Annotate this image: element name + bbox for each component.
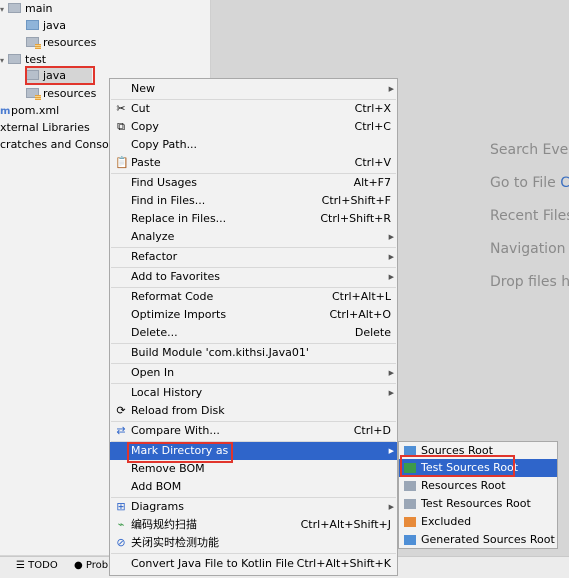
menu-separator bbox=[111, 553, 396, 554]
menu-item-optimize-imports[interactable]: Optimize Imports Ctrl+Alt+O bbox=[110, 306, 397, 324]
tree-node-test-resources[interactable]: resources bbox=[26, 85, 96, 102]
menu-item-reformat-code[interactable]: Reformat Code Ctrl+Alt+L bbox=[110, 288, 397, 306]
chevron-down-icon[interactable]: ▾ bbox=[0, 52, 8, 69]
submenu-item-test-resources-root[interactable]: Test Resources Root bbox=[399, 495, 557, 513]
menu-item-build-module[interactable]: Build Module 'com.kithsi.Java01' bbox=[110, 344, 397, 362]
menu-item-new[interactable]: New ▶ bbox=[110, 80, 397, 98]
copy-icon: ⧉ bbox=[117, 120, 125, 133]
tree-node-label: resources bbox=[43, 36, 97, 49]
folder-icon bbox=[8, 3, 21, 13]
tree-node-label: pom.xml bbox=[11, 104, 60, 117]
submenu-item-excluded[interactable]: Excluded bbox=[399, 513, 557, 531]
hint-navigation: Navigation bbox=[490, 241, 566, 257]
todo-tool-button[interactable]: ☰ TODO bbox=[16, 560, 58, 571]
test-resources-root-folder-icon bbox=[404, 499, 416, 509]
submenu-item-generated-sources-root[interactable]: Generated Sources Root bbox=[399, 531, 557, 549]
hint-go-to-file: Go to File C bbox=[490, 175, 569, 191]
tree-node-label: resources bbox=[43, 87, 97, 100]
excluded-folder-icon bbox=[404, 517, 416, 527]
context-menu: New ▶ ✂ Cut Ctrl+X ⧉ Copy Ctrl+C Copy Path...… bbox=[109, 78, 398, 576]
error-icon: ● bbox=[74, 560, 86, 571]
diagram-icon: ⊞ bbox=[116, 500, 126, 513]
menu-item-add-bom[interactable]: Add BOM bbox=[110, 478, 397, 496]
tree-node-main[interactable]: ▾ main bbox=[0, 0, 52, 17]
annotation-box-java bbox=[25, 66, 95, 85]
tree-node-scratches[interactable]: cratches and Consoles bbox=[0, 136, 124, 153]
tree-node-label: main bbox=[25, 2, 53, 15]
menu-item-delete[interactable]: Delete... Delete bbox=[110, 324, 397, 342]
menu-item-cut[interactable]: ✂ Cut Ctrl+X bbox=[110, 100, 397, 118]
menu-item-convert-to-kotlin[interactable]: Convert Java File to Kotlin File Ctrl+Alt… bbox=[110, 555, 397, 573]
submenu-arrow-icon: ▶ bbox=[388, 503, 394, 511]
menu-item-diagrams[interactable]: ⊞ Diagrams ▶ bbox=[110, 498, 397, 516]
annotation-box-mark-directory bbox=[127, 442, 233, 463]
folder-icon bbox=[8, 54, 21, 64]
paste-icon: 📋 bbox=[115, 156, 129, 169]
submenu-item-resources-root[interactable]: Resources Root bbox=[399, 477, 557, 495]
submenu-arrow-icon: ▶ bbox=[388, 389, 394, 397]
menu-item-copy-path[interactable]: Copy Path... bbox=[110, 136, 397, 154]
tree-node-main-java[interactable]: java bbox=[26, 17, 66, 34]
resources-folder-icon bbox=[26, 88, 41, 100]
menu-item-reload-from-disk[interactable]: ⟳ Reload from Disk bbox=[110, 402, 397, 420]
disable-icon: ⊘ bbox=[116, 536, 126, 549]
shortcut-key: C bbox=[560, 175, 569, 191]
menu-item-add-to-favorites[interactable]: Add to Favorites ▶ bbox=[110, 268, 397, 286]
scissors-icon: ✂ bbox=[116, 102, 126, 115]
menu-item-compare-with[interactable]: ⇄ Compare With... Ctrl+D bbox=[110, 422, 397, 440]
hint-recent-files: Recent Files bbox=[490, 208, 569, 224]
chevron-down-icon[interactable]: ▾ bbox=[0, 1, 8, 18]
menu-item-refactor[interactable]: Refactor ▶ bbox=[110, 248, 397, 266]
generated-sources-root-folder-icon bbox=[404, 535, 416, 545]
submenu-arrow-icon: ▶ bbox=[388, 85, 394, 93]
maven-icon: m bbox=[0, 106, 11, 117]
scan-icon: ⌁ bbox=[117, 518, 125, 531]
menu-item-replace-in-files[interactable]: Replace in Files... Ctrl+Shift+R bbox=[110, 210, 397, 228]
tree-node-main-resources[interactable]: resources bbox=[26, 34, 96, 51]
tree-node-pom[interactable]: mpom.xml bbox=[0, 102, 59, 119]
hint-search-everywhere: Search Ever bbox=[490, 142, 569, 158]
menu-item-open-in[interactable]: Open In ▶ bbox=[110, 364, 397, 382]
compare-icon: ⇄ bbox=[116, 424, 126, 437]
source-folder-icon bbox=[26, 20, 39, 30]
menu-item-analyze[interactable]: Analyze ▶ bbox=[110, 228, 397, 246]
menu-item-copy[interactable]: ⧉ Copy Ctrl+C bbox=[110, 118, 397, 136]
hint-drop-files: Drop files h bbox=[490, 274, 569, 290]
tree-node-label: xternal Libraries bbox=[0, 121, 90, 134]
resources-root-folder-icon bbox=[404, 481, 416, 491]
problems-tool-button[interactable]: ● Probl bbox=[74, 560, 111, 571]
menu-item-find-in-files[interactable]: Find in Files... Ctrl+Shift+F bbox=[110, 192, 397, 210]
submenu-arrow-icon: ▶ bbox=[388, 273, 394, 281]
list-icon: ☰ bbox=[16, 560, 29, 571]
menu-item-code-scan[interactable]: ⌁ 编码规约扫描 Ctrl+Alt+Shift+J bbox=[110, 516, 397, 534]
submenu-arrow-icon: ▶ bbox=[388, 447, 394, 455]
submenu-arrow-icon: ▶ bbox=[388, 233, 394, 241]
resources-folder-icon bbox=[26, 37, 41, 49]
tree-node-external-libraries[interactable]: xternal Libraries bbox=[0, 119, 90, 136]
tree-node-label: cratches and Consoles bbox=[0, 138, 125, 151]
annotation-box-test-sources-root bbox=[400, 455, 515, 477]
reload-icon: ⟳ bbox=[116, 404, 126, 417]
submenu-arrow-icon: ▶ bbox=[388, 369, 394, 377]
tree-node-label: test bbox=[25, 53, 47, 66]
menu-item-local-history[interactable]: Local History ▶ bbox=[110, 384, 397, 402]
tree-node-label: java bbox=[43, 19, 67, 32]
menu-item-find-usages[interactable]: Find Usages Alt+F7 bbox=[110, 174, 397, 192]
menu-item-paste[interactable]: 📋 Paste Ctrl+V bbox=[110, 154, 397, 172]
submenu-arrow-icon: ▶ bbox=[388, 253, 394, 261]
menu-item-disable-realtime-check[interactable]: ⊘ 关闭实时检测功能 bbox=[110, 534, 397, 552]
